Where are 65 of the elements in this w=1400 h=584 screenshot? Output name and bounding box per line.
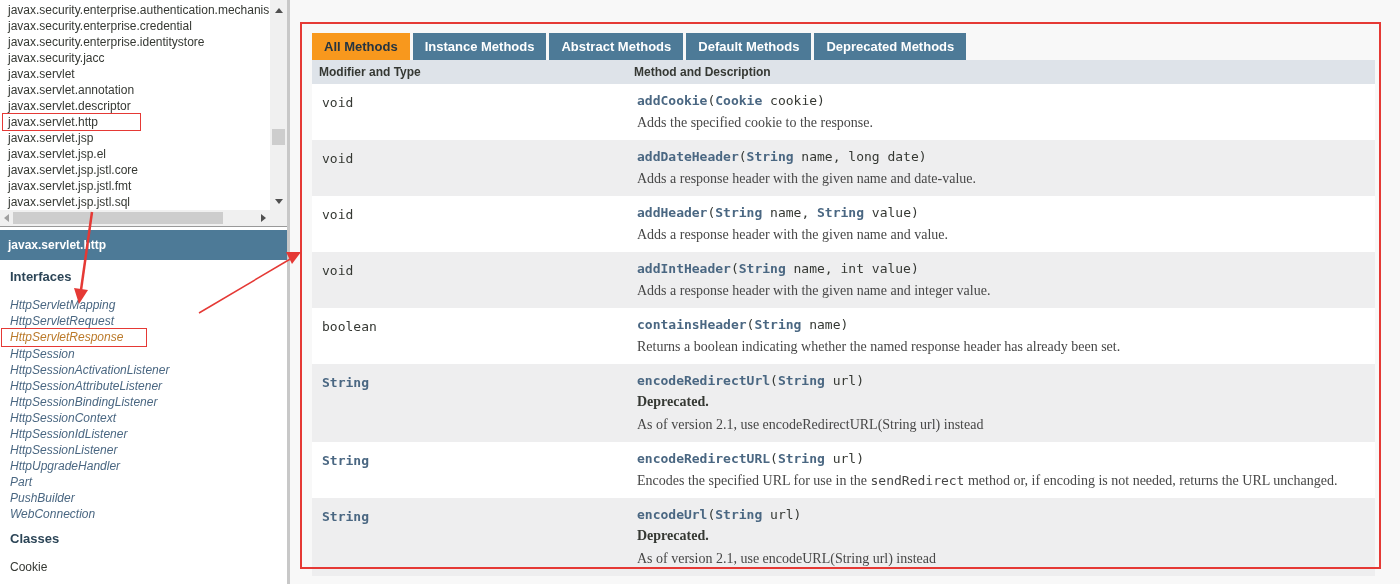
class-link[interactable]: HttpSessionListener	[10, 442, 118, 458]
class-link[interactable]: HttpSessionContext	[10, 410, 117, 426]
class-link[interactable]: HttpServletResponse	[2, 329, 146, 346]
class-link[interactable]: HttpSessionBindingListener	[10, 394, 158, 410]
class-link[interactable]: Part	[10, 474, 32, 490]
package-link[interactable]: javax.security.enterprise.credential	[8, 18, 192, 34]
method-tab[interactable]: Deprecated Methods	[814, 33, 967, 60]
class-link[interactable]: Cookie	[10, 559, 48, 575]
package-link[interactable]: javax.security.enterprise.authentication.mechanis	[8, 2, 270, 18]
return-type: boolean	[322, 319, 377, 334]
section-heading: Classes	[10, 531, 61, 546]
method-signature: addDateHeader(String name, long date)	[637, 149, 927, 164]
type-link[interactable]: String	[322, 509, 369, 524]
package-link[interactable]: javax.servlet.descriptor	[8, 98, 131, 114]
column-header: Method and Description	[634, 65, 771, 79]
package-link[interactable]: javax.servlet.jsp.jstl.sql	[8, 194, 131, 210]
method-signature: containsHeader(String name)	[637, 317, 849, 332]
method-description: Adds a response header with the given name and value.	[637, 226, 949, 244]
return-type: void	[322, 207, 354, 222]
class-link[interactable]: HttpSessionActivationListener	[10, 362, 170, 378]
package-link[interactable]: javax.servlet.jsp	[8, 130, 94, 146]
class-link[interactable]: PushBuilder	[10, 490, 75, 506]
method-description: Returns a boolean indicating whether the named response header has already been set.	[637, 338, 1122, 356]
return-type: void	[322, 151, 354, 166]
method-signature: encodeRedirectURL(String url)	[637, 451, 864, 466]
horizontal-scrollbar[interactable]	[0, 210, 270, 226]
method-description: Encodes the specified URL for use in the sendRedirect method or, if encoding is not needed, returns the URL unchanged.	[637, 472, 1339, 490]
class-link[interactable]: HttpUpgradeHandler	[10, 458, 121, 474]
method-tab[interactable]: Abstract Methods	[549, 33, 684, 60]
class-link[interactable]: HttpSessionIdListener	[10, 426, 128, 442]
method-tab[interactable]: Default Methods	[686, 33, 812, 60]
method-description: Adds the specified cookie to the response.	[637, 114, 874, 132]
vertical-scrollbar[interactable]	[270, 0, 287, 210]
package-link[interactable]: javax.servlet.annotation	[8, 82, 135, 98]
class-link[interactable]: HttpSession	[10, 346, 75, 362]
package-link[interactable]: javax.security.enterprise.identitystore	[8, 34, 205, 50]
deprecated-label: Deprecated.	[637, 394, 709, 410]
method-description: Adds a response header with the given name and date-value.	[637, 170, 977, 188]
method-signature: addCookie(Cookie cookie)	[637, 93, 825, 108]
section-heading: Interfaces	[10, 269, 73, 284]
type-link[interactable]: String	[322, 453, 369, 468]
package-link[interactable]: javax.servlet.jsp.el	[8, 146, 107, 162]
type-link[interactable]: String	[322, 375, 369, 390]
return-type: void	[322, 263, 354, 278]
package-link[interactable]: javax.security.jacc	[8, 50, 105, 66]
class-link[interactable]: WebConnection	[10, 506, 96, 522]
class-link[interactable]: HttpServletRequest	[10, 313, 115, 329]
method-description: Adds a response header with the given name and integer value.	[637, 282, 992, 300]
return-type: void	[322, 95, 354, 110]
method-signature: encodeUrl(String url)	[637, 507, 802, 522]
class-link[interactable]: HttpSessionAttributeListener	[10, 378, 163, 394]
method-description: As of version 2.1, use encodeRedirectURL(String url) instead	[637, 416, 985, 434]
package-link[interactable]: javax.servlet.http	[3, 114, 140, 130]
method-signature: addIntHeader(String name, int value)	[637, 261, 919, 276]
method-signature: encodeRedirectUrl(String url)	[637, 373, 864, 388]
column-header: Modifier and Type	[319, 65, 421, 79]
package-link[interactable]: javax.servlet	[8, 66, 75, 82]
method-tab[interactable]: All Methods	[312, 33, 410, 60]
method-signature: addHeader(String name, String value)	[637, 205, 919, 220]
method-description: As of version 2.1, use encodeURL(String url) instead	[637, 550, 937, 568]
method-tab[interactable]: Instance Methods	[412, 33, 547, 60]
deprecated-label: Deprecated.	[637, 528, 709, 544]
package-link[interactable]: javax.servlet.jsp.jstl.fmt	[8, 178, 132, 194]
package-link[interactable]: javax.servlet.jsp.jstl.core	[8, 162, 139, 178]
class-link[interactable]: HttpServletMapping	[10, 297, 116, 313]
